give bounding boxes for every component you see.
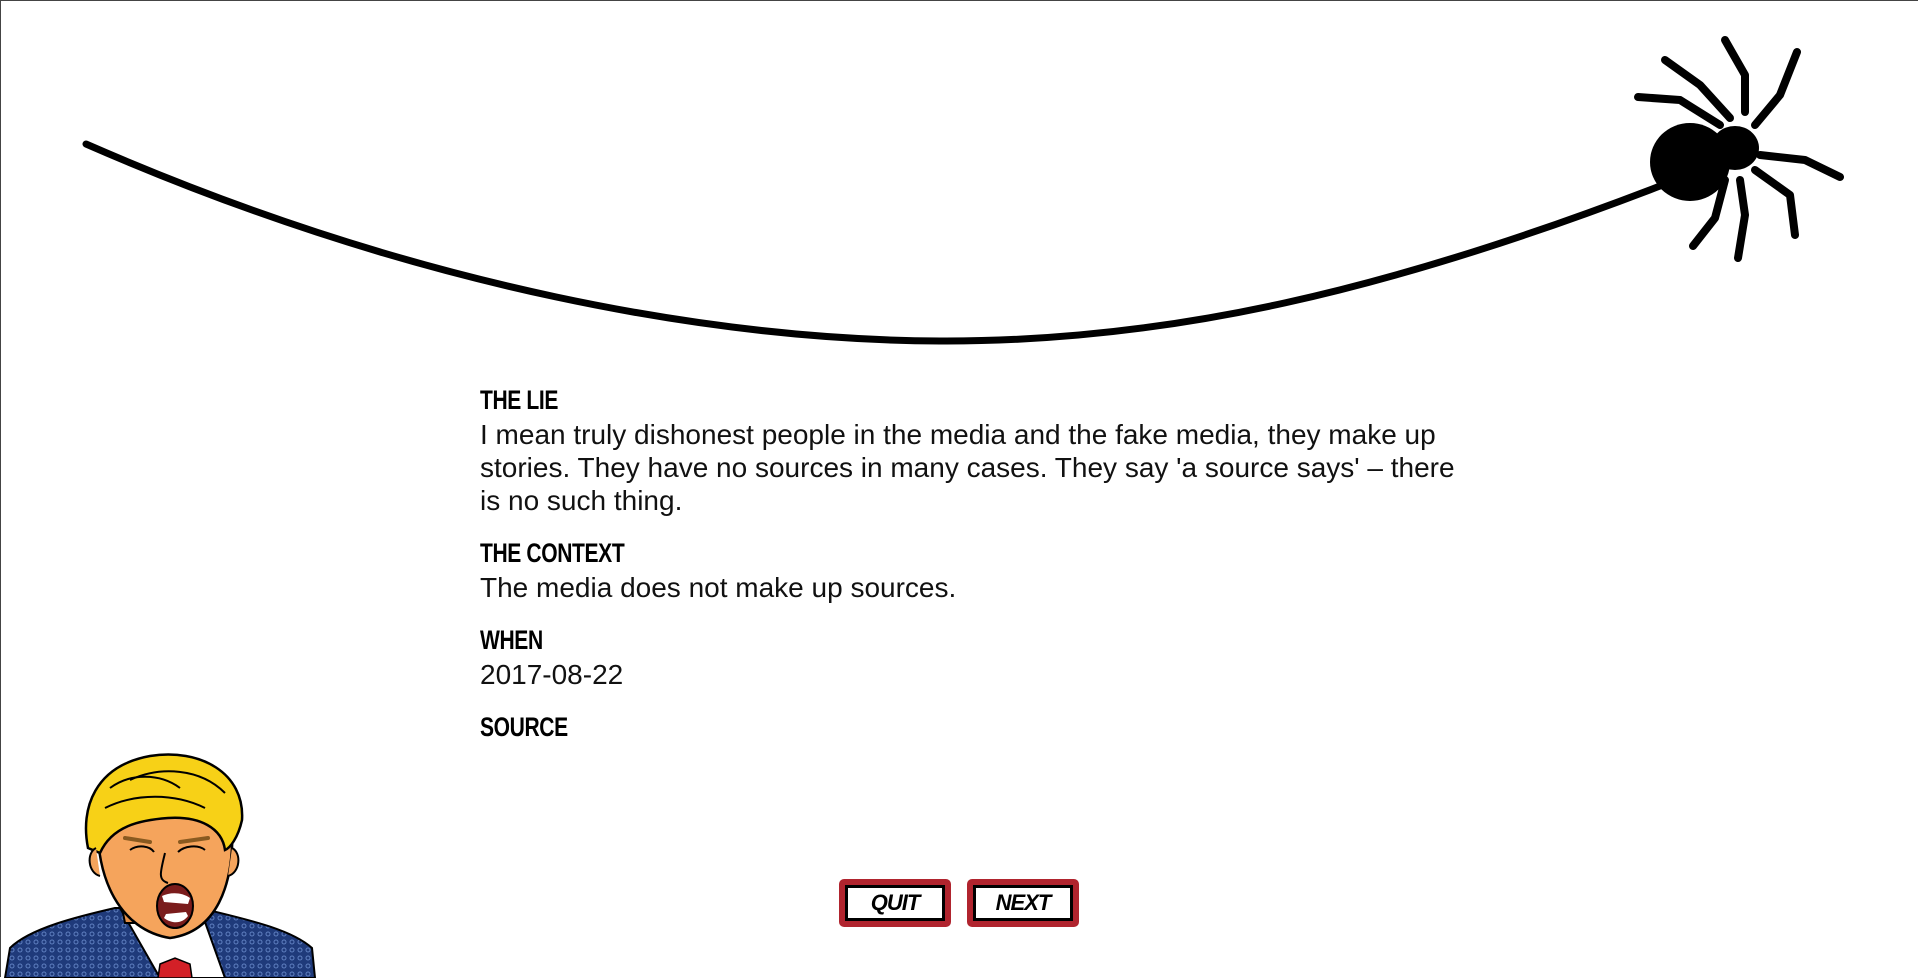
spider-head (1711, 126, 1759, 170)
next-button[interactable]: NEXT (967, 879, 1079, 927)
fact-card: THE LIE I mean truly dishonest people in… (480, 382, 1460, 763)
source-heading: SOURCE (480, 712, 568, 742)
quit-button[interactable]: QUIT (839, 879, 951, 927)
action-buttons: QUIT NEXT (839, 879, 1079, 927)
web-and-spider (82, 36, 1844, 345)
context-text: The media does not make up sources. (480, 572, 957, 603)
lie-text: I mean truly dishonest people in the med… (480, 419, 1455, 516)
next-button-label: NEXT (973, 885, 1073, 921)
when-heading: WHEN (480, 625, 543, 655)
context-heading: THE CONTEXT (480, 538, 625, 568)
lie-heading: THE LIE (480, 385, 559, 415)
quit-button-label: QUIT (845, 885, 945, 921)
web-thread (82, 140, 1664, 345)
cartoon-politician-illustration (3, 753, 317, 978)
when-text: 2017-08-22 (480, 659, 624, 690)
